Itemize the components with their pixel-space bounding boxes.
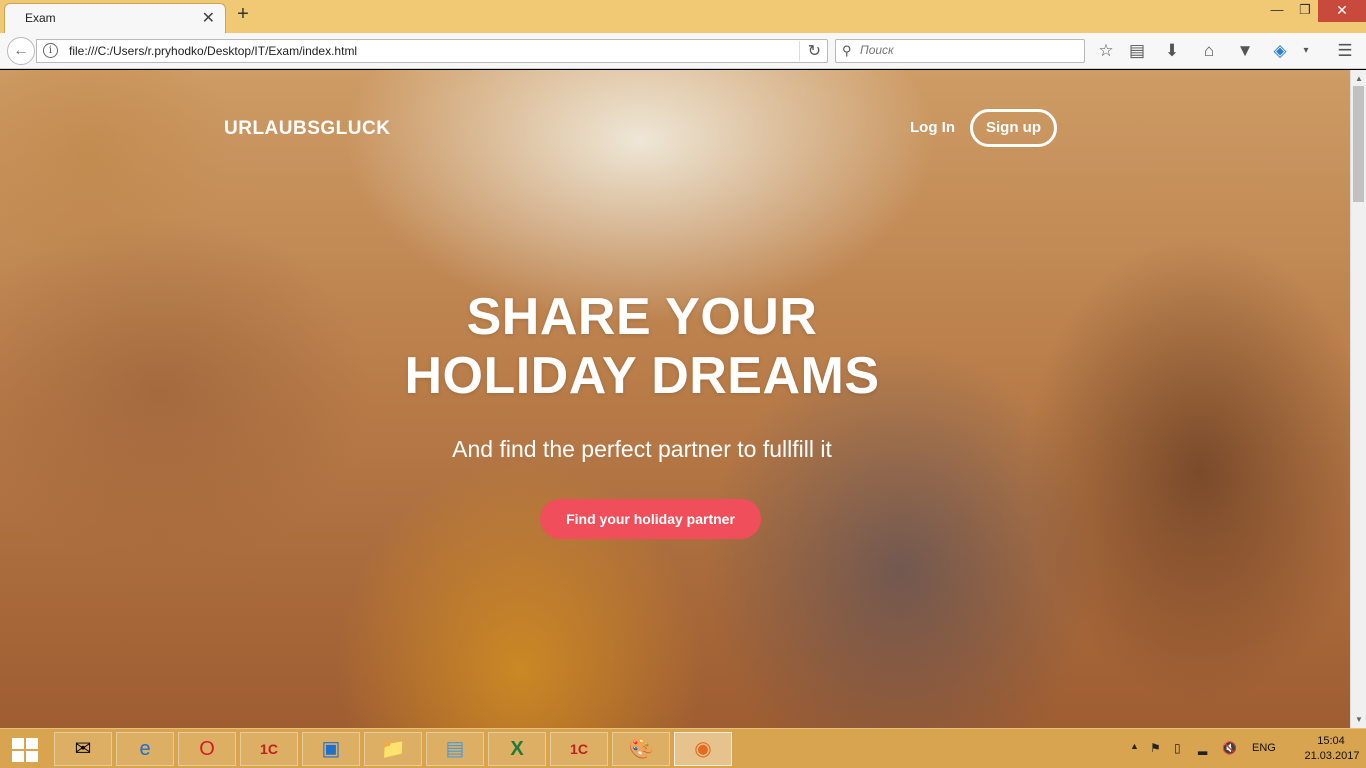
file-explorer-icon[interactable]: 📁 (364, 732, 422, 766)
system-tray: ▲ ⚑ ▯ ▂ 🔇 ENG 15:04 21.03.2017 (1126, 729, 1366, 768)
download-icon[interactable]: ⬇ (1160, 39, 1184, 63)
login-link[interactable]: Log In (910, 119, 955, 136)
action-center-flag-icon[interactable]: ⚑ (1150, 741, 1161, 755)
find-partner-button[interactable]: Find your holiday partner (540, 499, 761, 539)
search-input[interactable] (860, 43, 1080, 57)
new-tab-button[interactable]: + (232, 3, 254, 26)
search-bar[interactable]: ⚲ (835, 39, 1085, 63)
scroll-down-icon[interactable]: ▼ (1355, 715, 1363, 724)
bookmark-star-icon[interactable]: ☆ (1094, 39, 1118, 63)
close-window-button[interactable]: ✕ (1318, 0, 1366, 22)
info-icon[interactable]: i (43, 43, 58, 58)
tab-title: Exam (25, 11, 56, 25)
hero-title-line-1: SHARE YOUR (466, 288, 818, 346)
search-icon: ⚲ (842, 43, 852, 58)
hero-section: URLAUBSGLUCK Log In Sign up SHARE YOUR H… (0, 70, 1350, 728)
restore-window-button[interactable]: ❐ (1290, 0, 1320, 22)
page-scrollbar[interactable]: ▲ ▼ (1350, 70, 1366, 728)
firefox-icon[interactable]: ◉ (674, 732, 732, 766)
paint-icon[interactable]: 🎨 (612, 732, 670, 766)
site-logo[interactable]: URLAUBSGLUCK (224, 118, 390, 140)
scroll-thumb[interactable] (1353, 86, 1364, 202)
outlook-icon[interactable]: ✉ (54, 732, 112, 766)
lync-icon[interactable]: ▣ (302, 732, 360, 766)
home-icon[interactable]: ⌂ (1197, 39, 1221, 63)
tab-bar: Exam ✕ + — ❐ ✕ (0, 0, 1366, 33)
address-bar[interactable]: i file:///C:/Users/r.pryhodko/Desktop/IT… (36, 39, 828, 63)
signup-button[interactable]: Sign up (970, 109, 1057, 147)
1c-icon[interactable]: 1C (240, 732, 298, 766)
minimize-window-button[interactable]: — (1262, 0, 1292, 22)
1c-icon[interactable]: 1C (550, 732, 608, 766)
menu-icon[interactable]: ☰ (1333, 39, 1357, 63)
start-button[interactable] (6, 735, 46, 763)
reload-icon[interactable]: ↻ (798, 41, 821, 61)
scroll-up-icon[interactable]: ▲ (1355, 74, 1363, 83)
extension-dropdown-icon[interactable]: ▾ (1294, 39, 1318, 63)
extension-icon[interactable]: ◈ (1268, 39, 1292, 63)
opera-icon[interactable]: O (178, 732, 236, 766)
navigation-toolbar: i file:///C:/Users/r.pryhodko/Desktop/IT… (0, 33, 1366, 69)
reading-list-icon[interactable]: ▤ (1125, 39, 1149, 63)
notepad-icon[interactable]: ▤ (426, 732, 484, 766)
clock-date[interactable]: 21.03.2017 (1302, 750, 1362, 762)
show-hidden-icons-icon[interactable]: ▲ (1130, 741, 1139, 751)
excel-icon[interactable]: X (488, 732, 546, 766)
tab-close-icon[interactable]: ✕ (202, 8, 215, 28)
language-indicator[interactable]: ENG (1252, 742, 1276, 754)
internet-explorer-icon[interactable]: e (116, 732, 174, 766)
hero-subtitle: And find the perfect partner to fullfill… (452, 436, 832, 462)
windows-logo-icon (12, 738, 24, 749)
clock-time[interactable]: 15:04 (1306, 735, 1356, 747)
network-icon[interactable]: ▂ (1198, 741, 1207, 755)
url-text[interactable]: file:///C:/Users/r.pryhodko/Desktop/IT/E… (69, 44, 357, 58)
hero-title: SHARE YOUR HOLIDAY DREAMS (342, 288, 942, 406)
browser-tab[interactable]: Exam ✕ (4, 3, 226, 33)
volume-muted-icon[interactable]: 🔇 (1222, 741, 1237, 755)
back-button[interactable]: ← (7, 37, 35, 65)
pocket-icon[interactable]: ▼ (1233, 39, 1257, 63)
hero-title-line-2: HOLIDAY DREAMS (404, 347, 880, 405)
windows-taskbar: ✉ e O 1C ▣ 📁 ▤ X 1C 🎨 ◉ ▲ ⚑ ▯ ▂ 🔇 ENG 15… (0, 728, 1366, 768)
power-icon[interactable]: ▯ (1174, 741, 1181, 755)
